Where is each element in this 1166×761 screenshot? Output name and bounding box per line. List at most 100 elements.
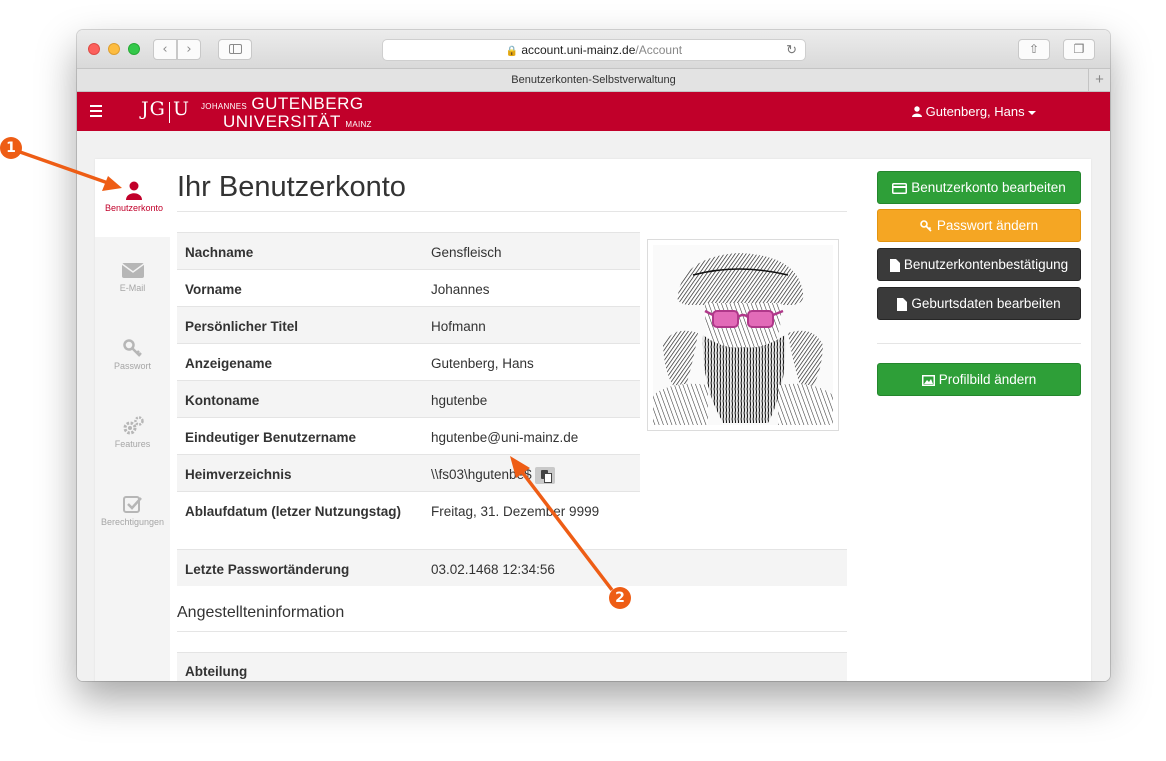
share-icon: ⇧ [1028, 42, 1040, 56]
sidenav-item-email[interactable]: E-Mail [95, 259, 170, 293]
logo-u[interactable]: U [173, 98, 189, 120]
browser-window: ‹ › 🔒 account.uni-mainz.de/Account ↻ ⇧ ❐ … [77, 30, 1110, 681]
row-label: Nachname [185, 245, 254, 260]
logo-universitaet: UNIVERSITÄT [223, 112, 341, 131]
envelope-icon [121, 263, 144, 278]
row-value: hgutenbe@uni-mainz.de [431, 430, 579, 445]
table-row: Vorname Johannes [177, 269, 640, 306]
show-tabs-button[interactable]: ❐ [1063, 39, 1095, 60]
share-button[interactable]: ⇧ [1018, 39, 1050, 60]
table-row: Abteilung [177, 652, 847, 681]
reload-icon[interactable]: ↻ [786, 40, 797, 60]
file-icon [889, 258, 900, 272]
user-menu[interactable]: Gutenberg, Hans [912, 104, 1036, 119]
sidebar-icon [228, 44, 242, 54]
address-bar[interactable]: 🔒 account.uni-mainz.de/Account ↻ [382, 39, 806, 61]
button-label: Profilbild ändern [938, 372, 1037, 387]
url-domain: account.uni-mainz.de [521, 43, 636, 57]
close-window-button[interactable] [88, 43, 100, 55]
site-header: JG U JOHANNES GUTENBERG UNIVERSITÄT MAIN… [77, 92, 1110, 131]
plus-icon: + [1095, 71, 1104, 88]
row-label: Letzte Passwortänderung [185, 562, 350, 577]
row-label: Ablaufdatum (letzer Nutzungstag) [185, 504, 401, 519]
portrait-image [653, 253, 833, 425]
row-value: hgutenbe [431, 393, 488, 408]
edit-birth-data-button[interactable]: Geburtsdaten bearbeiten [877, 287, 1081, 320]
new-tab-button[interactable]: + [1088, 69, 1110, 91]
row-value-with-copy: \\fs03\hgutenbe$ [431, 465, 641, 484]
row-label: Persönlicher Titel [185, 319, 299, 334]
forward-button[interactable]: › [177, 39, 201, 60]
table-row: Kontoname hgutenbe [177, 380, 640, 417]
annotation-marker-1: 1 [0, 137, 22, 159]
caret-down-icon [1027, 110, 1036, 115]
table-row: Heimverzeichnis \\fs03\hgutenbe$ [177, 454, 640, 491]
row-value: Gutenberg, Hans [431, 356, 534, 371]
side-navigation: Benutzerkonto E-Mail Passwort Features B… [95, 159, 173, 681]
logo-gutenberg: GUTENBERG [251, 94, 364, 113]
sidenav-label: Passwort [113, 361, 151, 371]
user-icon [126, 181, 142, 200]
tab-bar: Benutzerkonten-Selbstverwaltung + [77, 69, 1110, 92]
row-value: Freitag, 31. Dezember 9999 [431, 504, 600, 519]
row-label: Anzeigename [185, 356, 273, 371]
tab-title[interactable]: Benutzerkonten-Selbstverwaltung [511, 74, 675, 86]
section-title: Angestellteninformation [177, 604, 345, 621]
row-value: Gensfleisch [431, 245, 502, 260]
divider [177, 631, 847, 632]
logo-johannes: JOHANNES [201, 102, 247, 111]
table-row: Letzte Passwortänderung 03.02.1468 12:34… [177, 549, 847, 586]
row-value: 03.02.1468 12:34:56 [431, 562, 555, 577]
row-label: Kontoname [185, 393, 260, 408]
table-row: Persönlicher Titel Hofmann [177, 306, 640, 343]
menu-icon[interactable] [90, 105, 102, 120]
chevron-left-icon: ‹ [162, 42, 168, 57]
row-value: Johannes [431, 282, 490, 297]
sidenav-item-berechtigungen[interactable]: Berechtigungen [95, 493, 170, 527]
button-label: Geburtsdaten bearbeiten [911, 296, 1061, 311]
tabs-icon: ❐ [1073, 42, 1085, 56]
page-body: Benutzerkonto E-Mail Passwort Features B… [77, 131, 1110, 681]
credit-card-icon [892, 182, 908, 194]
row-value: Hofmann [431, 319, 486, 334]
back-button[interactable]: ‹ [153, 39, 177, 60]
logo-mainz: MAINZ [345, 120, 372, 129]
zoom-window-button[interactable] [128, 43, 140, 55]
table-row: Anzeigename Gutenberg, Hans [177, 343, 640, 380]
sidenav-label: E-Mail [119, 283, 146, 293]
row-label: Heimverzeichnis [185, 467, 292, 482]
profile-picture [647, 239, 839, 431]
gears-icon [123, 416, 144, 435]
sidebar-toggle-button[interactable] [218, 39, 252, 60]
button-label: Passwort ändern [936, 218, 1039, 233]
table-row: Ablaufdatum (letzer Nutzungstag) Freitag… [177, 491, 640, 549]
change-password-button[interactable]: Passwort ändern [877, 209, 1081, 242]
change-profile-picture-button[interactable]: Profilbild ändern [877, 363, 1081, 396]
sidenav-item-features[interactable]: Features [95, 415, 170, 449]
sidenav-label: Berechtigungen [100, 517, 165, 527]
sidenav-label: Benutzerkonto [104, 203, 164, 213]
table-row: Nachname Gensfleisch [177, 232, 640, 269]
copy-icon[interactable] [534, 466, 555, 484]
user-icon [912, 106, 922, 117]
page-title: Ihr Benutzerkonto [177, 171, 406, 203]
edit-account-button[interactable]: Benutzerkonto bearbeiten [877, 171, 1081, 204]
lock-icon: 🔒 [505, 46, 519, 57]
minimize-window-button[interactable] [108, 43, 120, 55]
account-confirmation-button[interactable]: Benutzerkontenbestätigung [877, 248, 1081, 281]
button-label: Benutzerkontenbestätigung [903, 257, 1069, 272]
row-value: \\fs03\hgutenbe$ [431, 467, 532, 482]
checkbox-icon [122, 496, 142, 513]
chevron-right-icon: › [186, 42, 192, 57]
sidenav-item-benutzerkonto[interactable]: Benutzerkonto [95, 159, 173, 237]
key-icon [122, 339, 142, 357]
logo-jg[interactable]: JG [141, 98, 166, 120]
university-logo[interactable]: JOHANNES GUTENBERG UNIVERSITÄT MAINZ [201, 94, 372, 132]
annotation-marker-2: 2 [609, 587, 631, 609]
sidenav-item-passwort[interactable]: Passwort [95, 337, 170, 371]
logo-divider [169, 102, 170, 123]
button-label: Benutzerkonto bearbeiten [911, 180, 1066, 195]
content-panel: Benutzerkonto E-Mail Passwort Features B… [95, 159, 1091, 681]
row-label: Eindeutiger Benutzername [185, 430, 357, 445]
browser-titlebar: ‹ › 🔒 account.uni-mainz.de/Account ↻ ⇧ ❐ [77, 30, 1110, 69]
